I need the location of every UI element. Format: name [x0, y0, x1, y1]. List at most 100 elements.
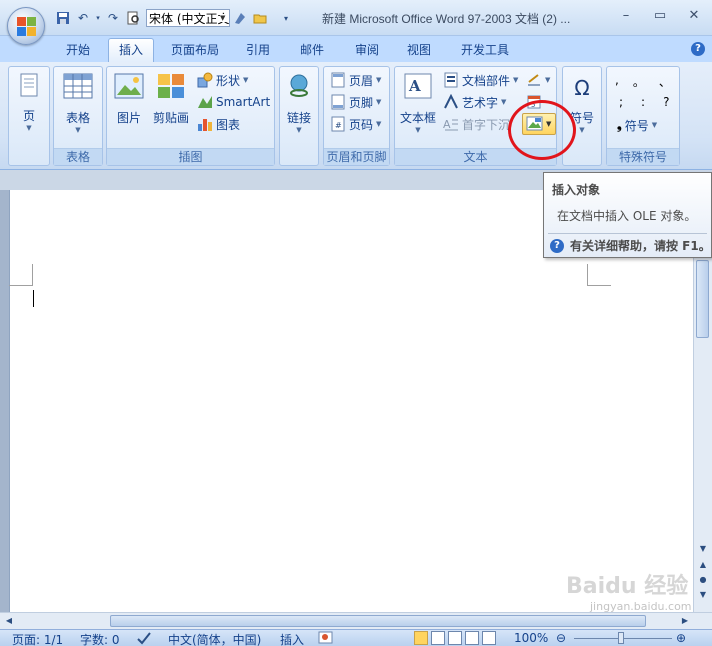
office-button[interactable]: [7, 7, 45, 45]
page-label: 页: [22, 109, 35, 123]
clipart-button[interactable]: 剪贴画: [151, 69, 191, 126]
help-icon[interactable]: ?: [691, 42, 705, 56]
status-insert-mode[interactable]: 插入: [280, 631, 304, 646]
tab-mailings[interactable]: 邮件: [294, 41, 330, 62]
print-layout-icon[interactable]: [414, 631, 428, 645]
more-symbols-button[interactable]: ❟ 符号 ▼: [617, 115, 657, 135]
ribbon-tabs: 开始 插入 页面布局 引用 邮件 审阅 视图 开发工具: [0, 36, 712, 62]
zoom-in-icon[interactable]: ⊕: [676, 631, 686, 645]
wordart-button[interactable]: 艺术字 ▼: [443, 92, 506, 112]
tooltip-help-text: 有关详细帮助，请按 F1。: [570, 239, 711, 253]
close-button[interactable]: ✕: [684, 6, 704, 26]
smartart-button[interactable]: SmartArt: [197, 92, 270, 112]
restore-button[interactable]: ▭: [650, 6, 670, 26]
customize-qat-icon[interactable]: ▾: [277, 9, 295, 27]
zoom-slider-thumb[interactable]: [618, 632, 624, 644]
format-icon[interactable]: [231, 9, 249, 27]
zoom-level[interactable]: 100%: [514, 631, 548, 645]
group-header-footer: 页眉 ▼ 页脚 ▼ # 页码 ▼ 页眉和页脚: [323, 66, 390, 166]
symbol-period[interactable]: 。: [633, 73, 645, 90]
header-button[interactable]: 页眉 ▼: [330, 70, 381, 90]
print-preview-icon[interactable]: [124, 9, 142, 27]
symbol-semicolon[interactable]: ;: [619, 95, 623, 109]
tab-view[interactable]: 视图: [401, 41, 437, 62]
crop-mark-right: [587, 264, 611, 286]
dropcap-button[interactable]: A 首字下沉: [443, 114, 510, 134]
status-words[interactable]: 字数: 0: [80, 631, 120, 646]
font-name-combo[interactable]: 宋体 (中文正文: [146, 9, 230, 27]
tooltip-title: 插入对象: [552, 183, 601, 197]
macro-record-icon[interactable]: [318, 631, 334, 646]
wordart-label: 艺术字: [462, 95, 499, 110]
save-icon[interactable]: [54, 9, 72, 27]
minimize-button[interactable]: –: [616, 6, 636, 26]
quickparts-icon: [444, 72, 458, 88]
tab-developer[interactable]: 开发工具: [454, 41, 516, 62]
open-folder-icon[interactable]: [251, 9, 269, 27]
scroll-down-icon[interactable]: ▼: [694, 542, 712, 556]
redo-icon[interactable]: ↷: [104, 9, 122, 27]
shapes-button[interactable]: 形状 ▼: [197, 70, 248, 90]
page-icon: [18, 73, 40, 99]
picture-button[interactable]: 图片: [109, 69, 149, 126]
tab-home[interactable]: 开始: [60, 41, 96, 62]
header-label: 页眉: [349, 73, 374, 88]
chevron-down-icon: ▼: [376, 98, 382, 106]
clipart-label: 剪贴画: [152, 111, 189, 125]
vertical-scroll-thumb[interactable]: [696, 260, 709, 338]
group-links: 链接 ▼: [279, 66, 319, 166]
scroll-left-icon[interactable]: ◀: [0, 614, 18, 628]
signature-line-button[interactable]: ▼: [526, 70, 550, 90]
symbol-comma[interactable]: ,: [615, 73, 619, 90]
status-language[interactable]: 中文(简体，中国): [168, 631, 261, 646]
quickparts-label: 文档部件: [462, 73, 511, 88]
textbox-button[interactable]: A 文本框 ▼: [397, 69, 439, 134]
chevron-down-icon: ▼: [376, 120, 382, 128]
outline-icon[interactable]: [465, 631, 479, 645]
page-number-label: 页码: [349, 117, 374, 132]
draft-icon[interactable]: [482, 631, 496, 645]
baidu-watermark: Baidu 经验 jingyan.baidu.com: [566, 568, 706, 624]
undo-dropdown-icon[interactable]: ▾: [94, 9, 102, 27]
symbol-question[interactable]: ?: [663, 95, 669, 109]
picture-icon: [114, 73, 144, 103]
font-dropdown-icon[interactable]: ▼: [220, 14, 229, 22]
chart-label: 图表: [216, 117, 241, 132]
zoom-out-icon[interactable]: ⊖: [556, 631, 566, 645]
proofing-icon[interactable]: [136, 631, 152, 646]
chevron-down-icon: ▼: [243, 76, 249, 84]
web-layout-icon[interactable]: [448, 631, 462, 645]
signature-line-icon: [528, 74, 540, 86]
svg-text:A: A: [408, 77, 421, 95]
link-icon: [287, 73, 311, 103]
page-number-button[interactable]: # 页码 ▼: [330, 114, 381, 134]
title-bar: ↶ ▾ ↷ 宋体 (中文正文 ▼ ▾ 新建 Microsoft Office W…: [0, 0, 712, 45]
status-page[interactable]: 页面: 1/1: [12, 631, 63, 646]
table-button[interactable]: 表格 ▼: [54, 69, 102, 134]
tab-insert[interactable]: 插入: [108, 38, 154, 62]
watermark-url: jingyan.baidu.com: [590, 600, 692, 613]
link-button[interactable]: 链接 ▼: [280, 69, 318, 134]
undo-icon[interactable]: ↶: [74, 9, 92, 27]
more-symbols-label: 符号: [624, 118, 649, 133]
quickparts-button[interactable]: 文档部件 ▼: [443, 70, 518, 90]
tab-review[interactable]: 审阅: [349, 41, 385, 62]
tooltip-description: 在文档中插入 OLE 对象。: [557, 209, 697, 223]
tab-references[interactable]: 引用: [240, 41, 276, 62]
link-label: 链接: [286, 111, 311, 125]
crop-mark-left: [9, 264, 33, 286]
dropcap-label: 首字下沉: [462, 117, 511, 132]
page-button[interactable]: 页 ▼: [9, 69, 49, 132]
chart-button[interactable]: 图表: [197, 114, 240, 134]
footer-button[interactable]: 页脚 ▼: [330, 92, 381, 112]
group-table: 表格 ▼ 表格: [53, 66, 103, 166]
chevron-down-icon: ▼: [501, 98, 507, 106]
symbol-colon[interactable]: :: [641, 95, 645, 109]
shapes-label: 形状: [216, 73, 241, 88]
textbox-icon: A: [403, 73, 433, 103]
full-screen-reading-icon[interactable]: [431, 631, 445, 645]
highlight-circle: [508, 100, 576, 160]
symbol-enum-comma[interactable]: 、: [659, 73, 671, 90]
svg-text:A: A: [443, 118, 451, 131]
tab-page-layout[interactable]: 页面布局: [165, 41, 225, 62]
